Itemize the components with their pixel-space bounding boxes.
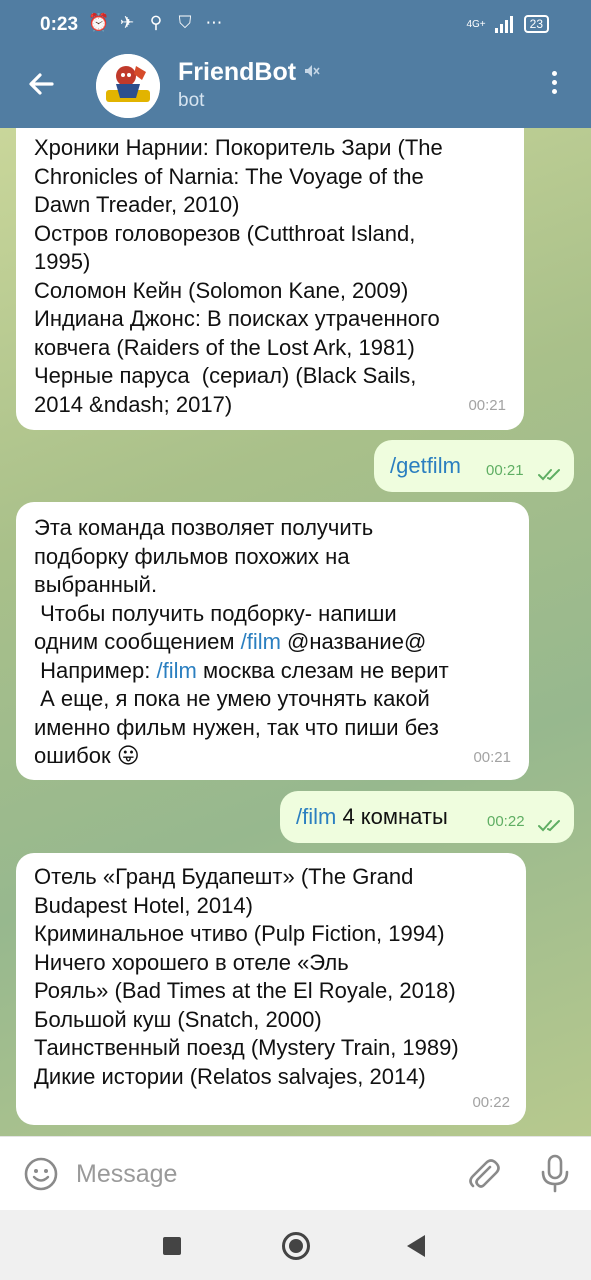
back-arrow-icon[interactable] [24, 66, 60, 102]
mute-icon [305, 65, 320, 77]
message-bubble[interactable]: Хроники Нарнии: Покоритель Зари (The Chr… [16, 128, 524, 430]
message-bubble[interactable]: Эта команда позволяет получить подборку … [16, 502, 529, 780]
system-back-button[interactable] [407, 1235, 425, 1257]
message-text: Эта команда позволяет получить подборку … [34, 514, 511, 771]
message-time: 00:22 [472, 1093, 510, 1111]
bot-command-link[interactable]: /film [296, 804, 336, 829]
bot-command-link[interactable]: /film [157, 658, 197, 683]
more-vertical-icon[interactable] [546, 68, 562, 102]
chat-area[interactable]: Хроники Нарнии: Покоритель Зари (The Chr… [0, 128, 591, 1136]
bot-avatar[interactable] [96, 54, 160, 118]
bot-command-link[interactable]: /film [241, 629, 281, 654]
message-text: 4 комнаты [336, 804, 448, 829]
paperclip-icon[interactable] [464, 1155, 502, 1193]
location-icon: ⚲ [149, 13, 163, 32]
more-notifications-icon: ⋯ [205, 13, 223, 32]
microphone-icon[interactable] [538, 1153, 572, 1193]
shield-icon: ⛉ [178, 13, 192, 32]
status-system-icons: 4G+ 23 [466, 15, 549, 33]
message-input[interactable] [76, 1157, 446, 1191]
recents-button[interactable] [163, 1237, 181, 1255]
double-check-icon [538, 820, 560, 832]
network-type: 4G+ [466, 18, 486, 30]
message-time: 00:21 [486, 461, 524, 479]
message-bubble[interactable]: Отель «Гранд Будапешт» (The Grand Budape… [16, 853, 526, 1125]
message-text: Хроники Нарнии: Покоритель Зари (The Chr… [34, 135, 443, 417]
message-time: 00:21 [468, 396, 506, 414]
top-bar: 0:23 ⏰ ✈ ⚲ ⛉ ⋯ 4G+ 23 FriendBot bot [0, 0, 591, 128]
emoji-icon[interactable] [22, 1155, 60, 1193]
battery-icon: 23 [523, 15, 549, 33]
message-bubble[interactable]: /film 4 комнаты 00:22 [280, 791, 574, 843]
chat-title[interactable]: FriendBot [178, 58, 296, 87]
message-text: Отель «Гранд Будапешт» (The Grand Budape… [34, 864, 459, 1089]
bot-command-link[interactable]: /getfilm [390, 453, 461, 478]
message-composer [0, 1136, 591, 1210]
message-time: 00:21 [473, 748, 511, 766]
chat-subtitle: bot [178, 90, 205, 111]
system-nav-bar [0, 1210, 591, 1280]
double-check-icon [538, 469, 560, 481]
message-bubble[interactable]: /getfilm 00:21 [374, 440, 574, 492]
home-button[interactable] [282, 1232, 310, 1260]
telegram-icon: ✈ [119, 13, 135, 32]
status-time: 0:23 [40, 14, 79, 35]
status-notification-icons: ⏰ ✈ ⚲ ⛉ ⋯ [88, 13, 224, 33]
alarm-icon: ⏰ [88, 13, 110, 32]
signal-icon [494, 16, 513, 33]
avatar-image [96, 54, 160, 118]
message-time: 00:22 [487, 812, 525, 830]
status-bar: 0:23 ⏰ ✈ ⚲ ⛉ ⋯ 4G+ 23 [0, 0, 591, 46]
